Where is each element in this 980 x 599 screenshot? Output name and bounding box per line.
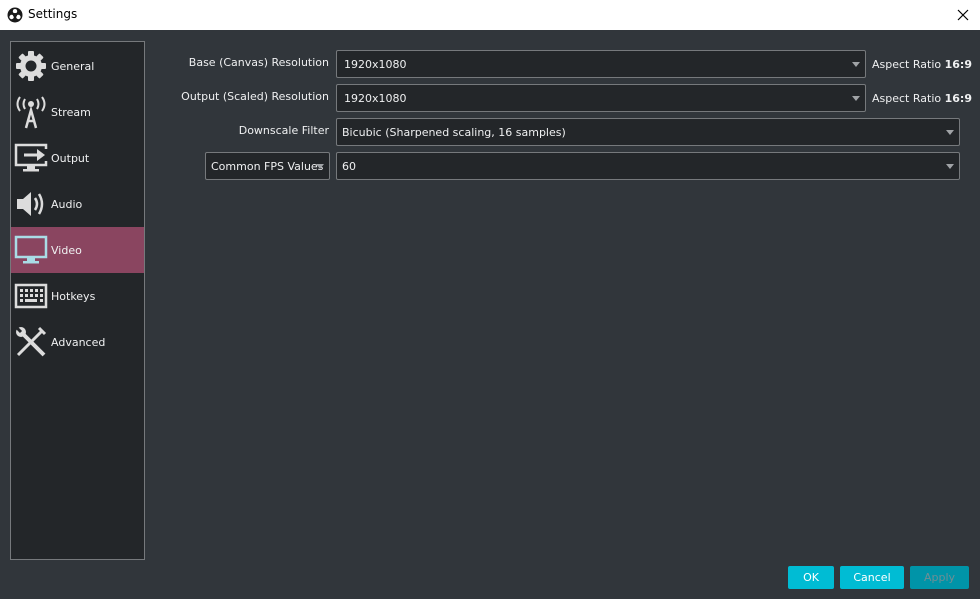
sidebar-item-output[interactable]: Output [11,135,144,181]
chevron-down-icon [946,164,954,169]
downscale-filter-value: Bicubic (Sharpened scaling, 16 samples) [342,126,566,139]
keyboard-icon [14,279,48,313]
sidebar-item-advanced[interactable]: Advanced [11,319,144,365]
aspect-ratio-label: Aspect Ratio [872,58,942,71]
speaker-icon [14,187,48,221]
sidebar-item-label: General [51,59,95,73]
sidebar-item-label: Stream [51,105,91,119]
downscale-filter-select[interactable]: Bicubic (Sharpened scaling, 16 samples) [336,118,960,146]
fps-value-select[interactable]: 60 [336,152,960,180]
broadcast-antenna-icon [14,95,48,129]
sidebar-item-video[interactable]: Video [11,227,144,273]
ok-button[interactable]: OK [788,566,834,589]
output-aspect-ratio: Aspect Ratio 16:9 [872,92,972,105]
aspect-ratio-value: 16:9 [944,92,972,105]
apply-button[interactable]: Apply [910,566,969,589]
tools-icon [14,325,48,359]
sidebar-item-general[interactable]: General [11,43,144,89]
obs-logo-icon [7,7,23,23]
base-aspect-ratio: Aspect Ratio 16:9 [872,58,972,71]
output-resolution-combobox[interactable]: 1920x1080 [336,84,866,112]
aspect-ratio-label: Aspect Ratio [872,92,942,105]
chevron-down-icon [946,130,954,135]
monitor-icon [14,233,48,267]
gear-icon [14,49,48,83]
sidebar-item-label: Output [51,151,90,165]
close-button[interactable] [946,0,980,30]
fps-type-select[interactable]: Common FPS Values [205,152,330,180]
sidebar-item-audio[interactable]: Audio [11,181,144,227]
chevron-down-icon [852,96,860,101]
downscale-filter-label: Downscale Filter [238,124,329,137]
sidebar-item-label: Hotkeys [51,289,96,303]
cancel-button[interactable]: Cancel [840,566,904,589]
base-resolution-combobox[interactable]: 1920x1080 [336,50,866,78]
sidebar-item-stream[interactable]: Stream [11,89,144,135]
chevron-down-icon [316,164,324,169]
window-title: Settings [28,7,78,21]
sidebar-item-label: Video [51,243,82,257]
sidebar-item-label: Audio [51,197,83,211]
base-resolution-label: Base (Canvas) Resolution [188,56,329,69]
aspect-ratio-value: 16:9 [944,58,972,71]
title-bar: Settings [0,0,980,30]
output-monitor-arrow-icon [14,141,48,175]
fps-value: 60 [342,160,356,173]
output-resolution-label: Output (Scaled) Resolution [181,90,329,103]
fps-type-value: Common FPS Values [211,160,324,173]
settings-sidebar: General Stream Output Audio Video Hotkey… [10,41,145,560]
base-resolution-value: 1920x1080 [344,58,407,71]
sidebar-item-label: Advanced [51,335,106,349]
output-resolution-value: 1920x1080 [344,92,407,105]
sidebar-item-hotkeys[interactable]: Hotkeys [11,273,144,319]
chevron-down-icon [852,62,860,67]
close-icon [957,9,969,21]
